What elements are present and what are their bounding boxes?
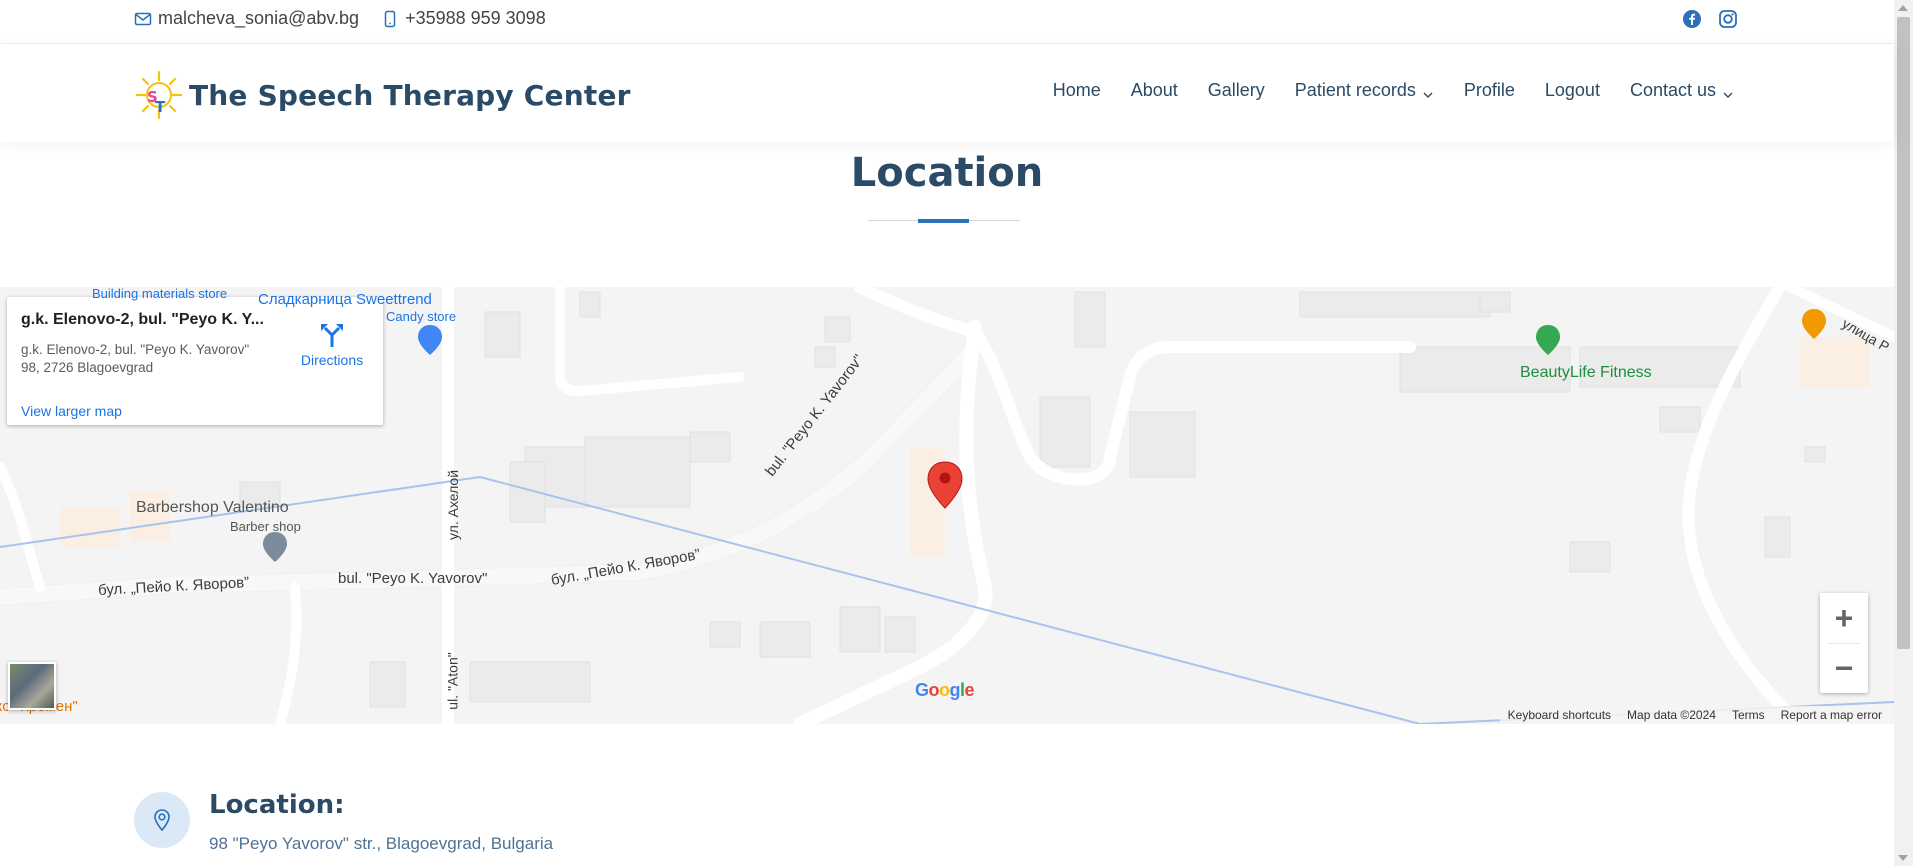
map-label-beautylife[interactable]: BeautyLife Fitness	[1520, 364, 1652, 382]
report-map-error-link[interactable]: Report a map error	[1781, 708, 1882, 722]
nav-about[interactable]: About	[1131, 80, 1178, 101]
nav-contact-us[interactable]: Contact us	[1630, 80, 1734, 101]
directions-label: Directions	[300, 352, 364, 368]
location-address: 98 "Peyo Yavorov" str., Blagoevgrad, Bul…	[209, 834, 554, 853]
phone-icon	[381, 10, 399, 28]
map-label-sweettrend: Сладкарница Sweettrend	[258, 291, 432, 308]
keyboard-shortcuts-link[interactable]: Keyboard shortcuts	[1508, 708, 1611, 722]
envelope-icon	[134, 10, 152, 28]
map-imagery-thumbnail[interactable]	[8, 662, 56, 710]
nav-gallery-label: Gallery	[1207, 80, 1265, 100]
sun-logo-icon: S T	[133, 68, 185, 122]
nav-about-label: About	[1130, 80, 1178, 100]
facebook-icon[interactable]	[1682, 9, 1702, 29]
nav-profile[interactable]: Profile	[1464, 80, 1515, 101]
site-header: S T The Speech Therapy Center Home About…	[0, 44, 1894, 142]
phone-link[interactable]: +35988 959 3098	[381, 8, 546, 29]
nav-patient-records[interactable]: Patient records	[1295, 80, 1434, 101]
email-text: malcheva_sonia@abv.bg	[158, 8, 360, 28]
directions-button[interactable]: Directions	[287, 321, 377, 368]
top-bar: malcheva_sonia@abv.bg +35988 959 3098	[0, 0, 1894, 44]
location-heading: Location:	[209, 790, 345, 820]
map-info-card: g.k. Elenovo-2, bul. "Peyo K. Y... g.k. …	[7, 297, 383, 425]
map-address-line1: g.k. Elenovo-2, bul. "Peyo K. Yavorov"	[21, 342, 250, 357]
zoom-in-button[interactable]: +	[1820, 593, 1868, 643]
nav-home[interactable]: Home	[1053, 80, 1101, 101]
main-nav: Home About Gallery Patient records Profi…	[1023, 80, 1734, 101]
chevron-down-icon	[1422, 85, 1434, 98]
map-label-candy-store: Candy store	[386, 309, 457, 324]
map-place-address: g.k. Elenovo-2, bul. "Peyo K. Yavorov" 9…	[21, 341, 291, 377]
zoom-out-button[interactable]: −	[1820, 643, 1868, 693]
google-map[interactable]: g.k. Elenovo-2, bul. "Peyo K. Y... g.k. …	[0, 287, 1894, 724]
brand-title: The Speech Therapy Center	[189, 78, 631, 112]
nav-contact-us-label: Contact us	[1629, 80, 1716, 100]
directions-icon	[321, 324, 343, 347]
page: malcheva_sonia@abv.bg +35988 959 3098 S …	[0, 0, 1913, 866]
map-data-text: Map data ©2024	[1627, 708, 1716, 722]
phone-text: +35988 959 3098	[405, 8, 546, 28]
nav-logout-label: Logout	[1544, 80, 1600, 100]
scrollbar-thumb[interactable]	[1897, 17, 1910, 649]
map-label-bul-peyo-lat-mid: bul. "Peyo K. Yavorov"	[338, 570, 488, 587]
nav-profile-label: Profile	[1463, 80, 1515, 100]
nav-logout[interactable]: Logout	[1545, 80, 1600, 101]
scroll-down-arrow-icon[interactable]	[1898, 855, 1908, 861]
map-place-name: g.k. Elenovo-2, bul. "Peyo K. Y...	[21, 311, 264, 328]
contact-info: malcheva_sonia@abv.bg +35988 959 3098	[134, 8, 568, 29]
title-divider-accent	[918, 219, 969, 223]
brand-logo[interactable]: S T The Speech Therapy Center	[133, 68, 631, 122]
social-links	[1682, 9, 1738, 29]
map-zoom-controls: + −	[1820, 593, 1868, 693]
nav-gallery[interactable]: Gallery	[1208, 80, 1265, 101]
logo-letter-t: T	[155, 98, 166, 116]
map-label-ul-aheloy: ул. Ахелой	[445, 469, 462, 541]
instagram-icon[interactable]	[1718, 9, 1738, 29]
view-larger-map-link[interactable]: View larger map	[21, 403, 122, 419]
map-address-line2: 98, 2726 Blagoevgrad	[21, 360, 154, 375]
google-logo: Google	[915, 680, 975, 700]
map-label-building-store: Building materials store	[92, 287, 228, 301]
nav-home-label: Home	[1052, 80, 1101, 100]
map-label-ul-aton: ul. "Aton"	[444, 652, 461, 710]
page-title: Location	[850, 150, 1044, 196]
terms-link[interactable]: Terms	[1732, 708, 1765, 722]
map-label-barber-shop: Barber shop	[230, 519, 301, 534]
chevron-down-icon	[1722, 85, 1734, 98]
page-scrollbar[interactable]	[1894, 0, 1913, 866]
nav-patient-records-label: Patient records	[1294, 80, 1416, 100]
email-link[interactable]: malcheva_sonia@abv.bg	[134, 8, 359, 29]
map-footer: Keyboard shortcuts Map data ©2024 Terms …	[1499, 706, 1890, 724]
scroll-up-arrow-icon[interactable]	[1898, 5, 1908, 11]
map-label-barbershop[interactable]: Barbershop Valentino	[136, 499, 289, 517]
map-pin-icon	[134, 792, 190, 848]
